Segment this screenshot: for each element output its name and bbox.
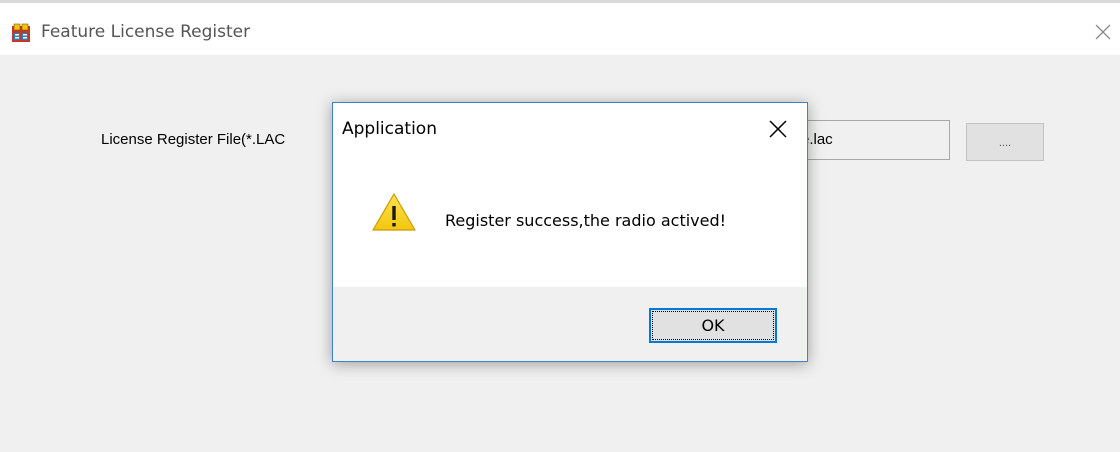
ok-button[interactable]: OK [649,308,777,343]
browse-button[interactable]: .... [966,123,1044,161]
dialog-message: Register success,the radio actived! [445,211,727,230]
warning-icon [371,192,417,232]
dialog-title: Application [342,119,437,139]
window-title: Feature License Register [41,22,251,42]
feature-license-register-window: Feature License Register License Registe… [0,0,1120,452]
dialog-footer: OK [333,287,807,361]
ok-button-label: OK [701,316,725,335]
license-file-label: License Register File(*.LAC [101,131,286,148]
dialog-titlebar[interactable]: Application [333,103,807,151]
close-icon[interactable] [1092,21,1114,43]
application-dialog: Application Register success,the radio a… [332,102,808,362]
dialog-body: Register success,the radio actived! [333,151,807,287]
close-icon[interactable] [767,118,789,140]
app-logo-icon [11,23,31,43]
window-titlebar[interactable]: Feature License Register [0,3,1120,55]
